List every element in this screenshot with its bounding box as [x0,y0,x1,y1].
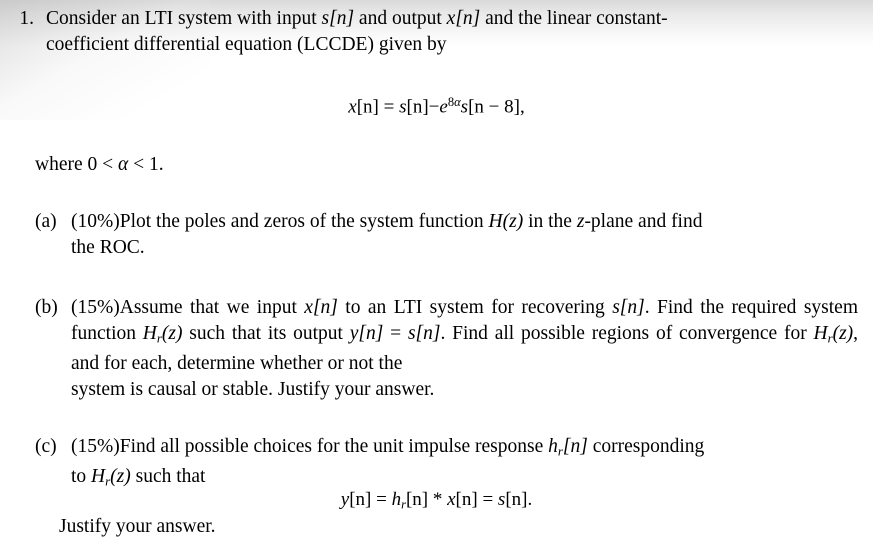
eq-minus: − [428,96,440,118]
main-equation: x[n] = s[n]−e8αs[n − 8], [0,90,873,119]
part-a-weight: (10%) [71,211,120,232]
eq-term1-index: [n] [406,96,429,118]
eq-term1-var: s [399,96,407,118]
eqc-h-var: h [391,489,402,510]
part-b-var-s-2: s[n] [407,323,441,344]
eq-term2-index: [n − 8] [468,96,520,118]
eq-exp-power-alpha: α [454,95,461,109]
question-1-body: Consider an LTI system with input s[n] a… [46,6,858,58]
where-upper-bound: < 1 [128,154,159,175]
document-page: 1. Consider an LTI system with input s[n… [0,0,873,551]
eqc-lhs-var: y [340,489,350,510]
part-b-func-hr-2: H [813,323,828,344]
part-b-label: (b) [35,297,58,318]
eqc-x-index: [n] [455,489,478,510]
part-b-var-s: s[n] [612,297,645,318]
part-b-line-4: system is causal or stable. Justify your… [71,379,435,401]
part-b-text-6: . Find all possible [440,323,585,344]
part-a-line-2: the ROC. [71,237,145,258]
where-period: . [158,154,164,175]
part-c-text-3: to [71,466,92,488]
part-b-text-5: such that its output [182,323,350,344]
part-c-text-1: Find all possible choices for the unit i… [119,436,549,457]
part-c-weight: (15%) [71,436,120,457]
intro-text-4: coefficient differential equation (LCCDE… [46,34,447,55]
eq-exp-base: e [439,96,448,118]
eqc-h-index: [n] [405,489,429,510]
part-a-function-hz: H(z) [488,211,524,232]
eq-lhs-index: [n] [356,96,379,118]
closing-line: Justify your answer. [59,516,216,537]
part-b-func-hr: H [142,323,157,344]
part-b-text-2: to an LTI system for recovering [337,297,613,318]
where-word: where [35,154,83,175]
where-alpha: α [118,154,129,175]
part-c-body: (15%)Find all possible choices for the u… [71,434,858,495]
part-a-text-2: in the [523,211,577,232]
part-c-func-hr-arg: (z) [110,466,131,488]
part-b-text-7: regions of convergence for [591,323,814,344]
part-b-func-hr-2-arg: (z) [832,323,854,344]
part-c-var-hr-index: [n] [562,436,588,457]
part-b-equals: = [383,323,408,344]
part-c-var-hr: h [548,436,558,457]
intro-text-1: Consider an LTI system with input [46,8,322,29]
eq-term2-var: s [460,96,469,118]
eq-equals: = [383,96,395,118]
eq-trailing-comma: , [519,96,525,118]
part-b-var-x: x[n] [304,297,338,318]
eqc-lhs-index: [n] [349,489,372,510]
eqc-x-var: x [447,489,456,510]
part-a: (a) (10%)Plot the poles and zeros of the… [35,209,873,261]
eqc-equals-2: = [482,489,494,510]
part-c-label: (c) [35,436,57,457]
eq-lhs-var: x [348,96,357,118]
part-c-func-hr: H [91,466,106,488]
equation-c: y[n] = hr[n] * x[n] = s[n]. [0,488,873,516]
part-c: (c) (15%)Find all possible choices for t… [35,434,873,495]
question-1: 1. Consider an LTI system with input s[n… [0,6,873,58]
where-clause: where 0 < α < 1. [35,152,164,178]
part-c-text-2: corresponding [587,436,705,457]
where-lower-bound: 0 < [87,154,119,175]
eqc-period: . [527,489,533,510]
part-b-var-y: y[n] [349,323,384,344]
part-c-text-4: such that [130,466,206,488]
part-a-text-3: -plane and find [584,211,703,232]
question-number: 1. [19,8,34,29]
intro-text-3: and the linear constant- [480,8,668,29]
part-b-text-1: Assume that we input [119,297,305,318]
part-b-weight: (15%) [71,297,120,318]
variable-s-n: s[n] [321,8,355,29]
variable-x-n: x[n] [446,8,481,29]
eqc-s-index: [n] [505,489,528,510]
part-b-body: (15%)Assume that we input x[n] to an LTI… [71,295,858,403]
part-b: (b) (15%)Assume that we input x[n] to an… [35,295,873,403]
intro-text-2: and output [354,8,447,29]
part-b-text-3: . Find the [644,297,725,318]
part-a-label: (a) [35,211,57,232]
eqc-convolution-operator: * [432,489,443,510]
part-a-body: (10%)Plot the poles and zeros of the sys… [71,209,858,261]
eqc-equals-1: = [376,489,387,510]
part-b-func-hr-arg: (z) [161,323,183,344]
part-a-text-1: Plot the poles and zeros of the system f… [119,211,489,232]
